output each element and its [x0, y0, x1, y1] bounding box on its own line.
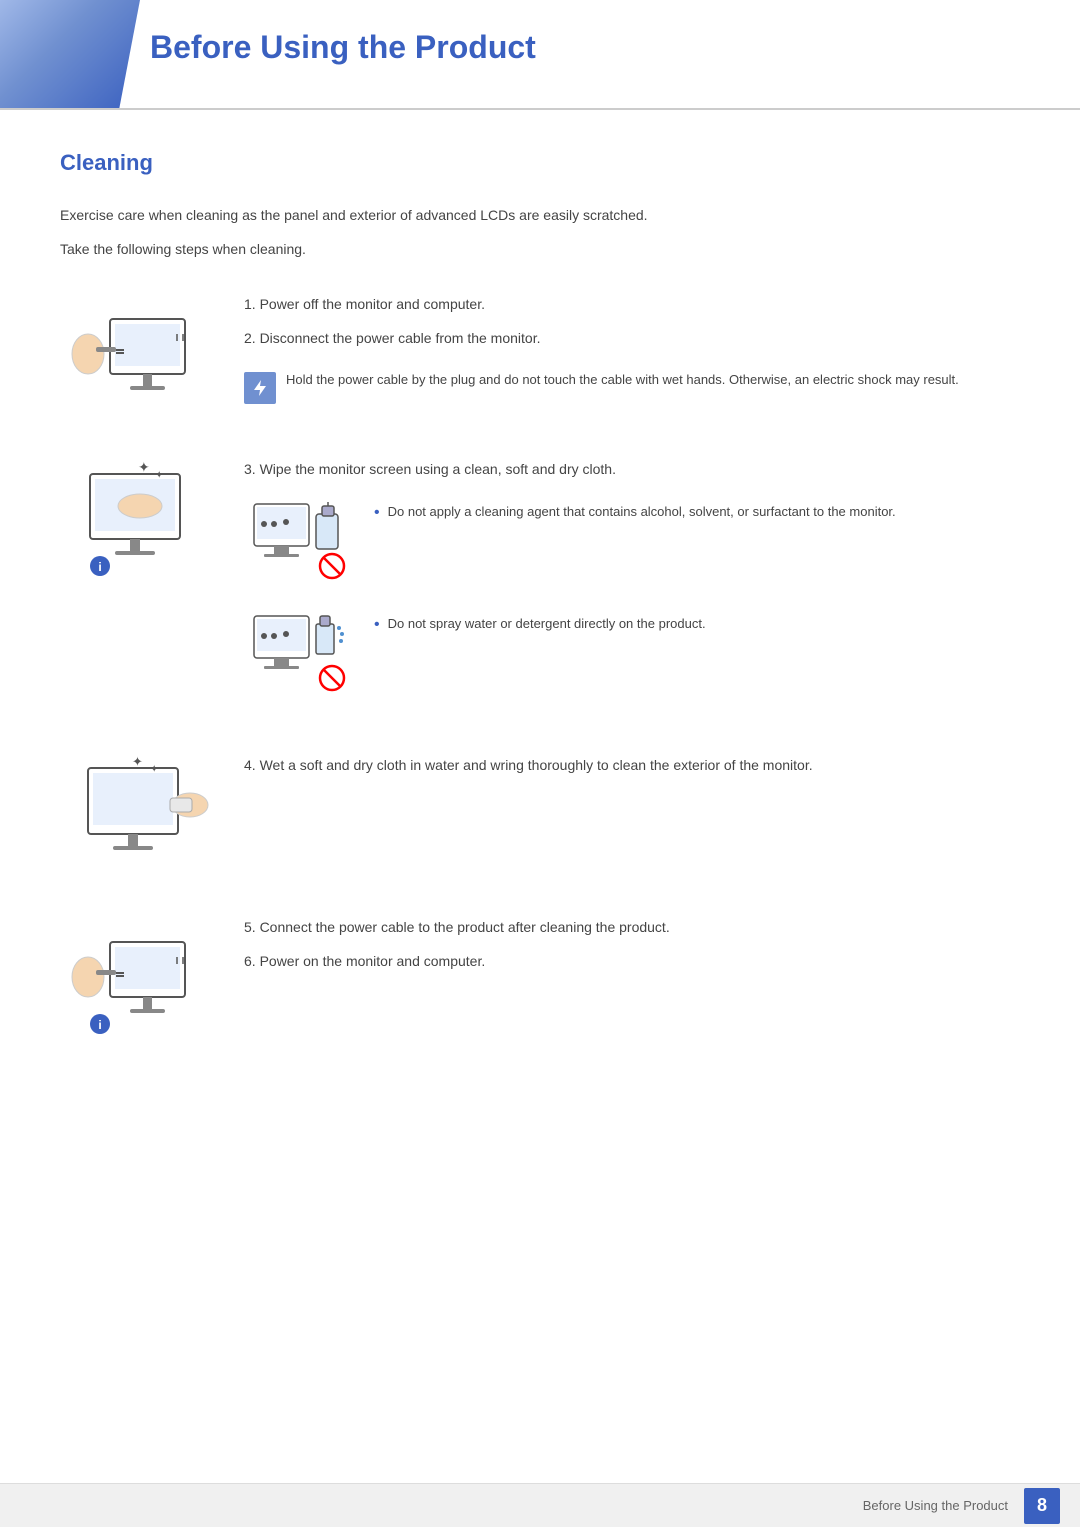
steps-container: 1. Power off the monitor and computer. 2… [60, 289, 1020, 1042]
warning-text-1: Hold the power cable by the plug and do … [286, 370, 959, 391]
sub-step-3a: • Do not apply a cleaning agent that con… [244, 494, 1020, 584]
step3-text: 3. Wipe the monitor screen using a clean… [244, 458, 1020, 480]
sub-step-3b: • Do not spray water or detergent direct… [244, 606, 1020, 696]
header-accent-block [0, 0, 140, 110]
step-row-56: i 5. Connect the power cable to the prod… [60, 912, 1020, 1042]
footer-text: Before Using the Product [863, 1498, 1008, 1513]
step3-content: 3. Wipe the monitor screen using a clean… [244, 454, 1020, 718]
step3-image: i ✦ ✦ [60, 454, 220, 584]
step1-illustration [60, 289, 220, 419]
warning-box-1: Hold the power cable by the plug and do … [244, 362, 1020, 412]
step1-text: 1. Power off the monitor and computer. [244, 293, 1020, 315]
page-title: Before Using the Product [150, 18, 536, 66]
step3-illustration: i ✦ ✦ [60, 454, 220, 584]
bullet-3a: • [374, 502, 380, 524]
step4-image: ✦ ✦ [60, 750, 220, 880]
intro-text-1: Exercise care when cleaning as the panel… [60, 204, 1020, 226]
step1-image [60, 289, 220, 419]
step1-content: 1. Power off the monitor and computer. 2… [244, 289, 1020, 422]
warning-icon-1 [244, 372, 276, 404]
sub-step-3a-text: • Do not apply a cleaning agent that con… [374, 494, 1020, 524]
section-title: Cleaning [60, 150, 1020, 176]
step56-image: i [60, 912, 220, 1042]
step-row-1: 1. Power off the monitor and computer. 2… [60, 289, 1020, 422]
main-content: Cleaning Exercise care when cleaning as … [0, 110, 1080, 1134]
no-cleaning-agent-illustration [244, 494, 354, 584]
step56-content: 5. Connect the power cable to the produc… [244, 912, 1020, 985]
lightning-icon [250, 378, 270, 398]
sub-steps-3: • Do not apply a cleaning agent that con… [244, 494, 1020, 696]
svg-text:✦: ✦ [155, 470, 163, 481]
step4-text: 4. Wet a soft and dry cloth in water and… [244, 754, 1020, 776]
svg-text:✦: ✦ [138, 459, 150, 475]
sub-step-3a-image [244, 494, 354, 584]
step2-text: 2. Disconnect the power cable from the m… [244, 327, 1020, 349]
svg-text:i: i [98, 560, 101, 574]
page-number: 8 [1024, 1488, 1060, 1524]
svg-text:✦: ✦ [132, 754, 143, 769]
no-water-spray-illustration [244, 606, 354, 696]
page-footer: Before Using the Product 8 [0, 1483, 1080, 1527]
intro-text-2: Take the following steps when cleaning. [60, 238, 1020, 260]
sub-step-3b-image [244, 606, 354, 696]
step5-text: 5. Connect the power cable to the produc… [244, 916, 1020, 938]
step4-content: 4. Wet a soft and dry cloth in water and… [244, 750, 1020, 788]
step56-illustration: i [60, 912, 220, 1042]
step-row-3: i ✦ ✦ 3. Wipe the monitor screen using a… [60, 454, 1020, 718]
page-header: Before Using the Product [0, 0, 1080, 110]
step-row-4: ✦ ✦ 4. Wet a soft and dry cloth in water… [60, 750, 1020, 880]
step6-text: 6. Power on the monitor and computer. [244, 950, 1020, 972]
sub-step-3b-text: • Do not spray water or detergent direct… [374, 606, 1020, 636]
svg-text:✦: ✦ [150, 764, 158, 775]
svg-text:i: i [98, 1018, 101, 1032]
step4-illustration: ✦ ✦ [60, 750, 220, 880]
bullet-3b: • [374, 614, 380, 636]
